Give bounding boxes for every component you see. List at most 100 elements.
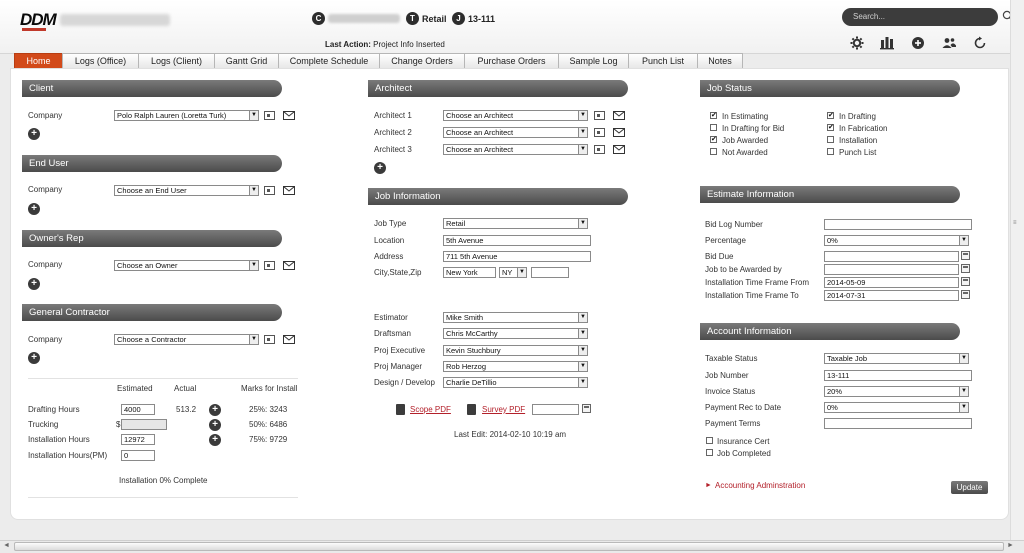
tab-punch-list[interactable]: Punch List xyxy=(628,53,698,68)
users-icon[interactable] xyxy=(941,36,957,50)
installation-hours-input[interactable]: 12972 xyxy=(121,434,155,445)
contact-card-icon[interactable] xyxy=(264,111,275,120)
trucking-input[interactable] xyxy=(121,419,167,430)
add-end-user-button[interactable]: + xyxy=(28,203,40,215)
mail-icon[interactable] xyxy=(283,186,295,195)
punch-list-checkbox[interactable] xyxy=(827,148,834,155)
in-fabrication-checkbox[interactable]: ✔ xyxy=(827,124,834,131)
calendar-icon[interactable] xyxy=(961,277,970,286)
search-input[interactable]: Search... xyxy=(842,8,998,26)
scroll-right-icon[interactable]: ► xyxy=(1007,542,1014,549)
pdf-file-icon[interactable] xyxy=(396,404,405,415)
calendar-icon[interactable] xyxy=(961,251,970,260)
bid-due-input[interactable] xyxy=(824,251,959,262)
proj-executive-select[interactable]: Kevin Stuchbury ▼ xyxy=(443,345,588,356)
tab-purchase-orders[interactable]: Purchase Orders xyxy=(464,53,559,68)
add-drafting-button[interactable]: + xyxy=(209,404,221,416)
tab-home[interactable]: Home xyxy=(14,53,63,68)
location-input[interactable]: 5th Avenue xyxy=(443,235,591,246)
update-button[interactable]: Update xyxy=(951,481,988,494)
taxable-status-select[interactable]: Taxable Job ▼ xyxy=(824,353,969,364)
calendar-icon[interactable] xyxy=(582,404,591,413)
payment-terms-input[interactable] xyxy=(824,418,972,429)
tab-gantt-grid[interactable]: Gantt Grid xyxy=(214,53,279,68)
in-estimating-checkbox[interactable]: ✔ xyxy=(710,112,717,119)
architect-2-select[interactable]: Choose an Architect ▼ xyxy=(443,127,588,138)
percentage-select[interactable]: 0% ▼ xyxy=(824,235,969,246)
job-awarded-checkbox[interactable]: ✔ xyxy=(710,136,717,143)
job-completed-checkbox[interactable] xyxy=(706,449,713,456)
survey-date-input[interactable] xyxy=(532,404,579,415)
contact-card-icon[interactable] xyxy=(264,335,275,344)
end-user-company-select[interactable]: Choose an End User ▼ xyxy=(114,185,259,196)
scope-pdf-link[interactable]: Scope PDF xyxy=(410,405,451,414)
bar-chart-icon[interactable] xyxy=(879,36,895,50)
zip-input[interactable] xyxy=(531,267,569,278)
add-trucking-button[interactable]: + xyxy=(209,419,221,431)
in-drafting-checkbox[interactable]: ✔ xyxy=(827,112,834,119)
mail-icon[interactable] xyxy=(613,111,625,120)
job-awarded-by-input[interactable] xyxy=(824,264,959,275)
installation-pm-input[interactable]: 0 xyxy=(121,450,155,461)
app-logo[interactable]: DDM xyxy=(20,10,57,30)
tab-notes[interactable]: Notes xyxy=(697,53,743,68)
add-owners-rep-button[interactable]: + xyxy=(28,278,40,290)
add-contractor-button[interactable]: + xyxy=(28,352,40,364)
calendar-icon[interactable] xyxy=(961,264,970,273)
contact-card-icon[interactable] xyxy=(594,145,605,154)
estimator-select[interactable]: Mike Smith ▼ xyxy=(443,312,588,323)
gear-icon[interactable] xyxy=(849,36,865,50)
tab-complete-schedule[interactable]: Complete Schedule xyxy=(278,53,380,68)
drafting-hours-input[interactable]: 4000 xyxy=(121,404,155,415)
proj-manager-select[interactable]: Rob Herzog ▼ xyxy=(443,361,588,372)
refresh-icon[interactable] xyxy=(972,36,988,50)
time-frame-from-label: Installation Time Frame From xyxy=(705,278,810,287)
mail-icon[interactable] xyxy=(283,335,295,344)
tab-logs-client[interactable]: Logs (Client) xyxy=(138,53,215,68)
not-awarded-checkbox[interactable] xyxy=(710,148,717,155)
installation-checkbox[interactable] xyxy=(827,136,834,143)
tab-change-orders[interactable]: Change Orders xyxy=(379,53,465,68)
add-architect-button[interactable]: + xyxy=(374,162,386,174)
mail-icon[interactable] xyxy=(613,145,625,154)
client-company-select[interactable]: Polo Ralph Lauren (Loretta Turk) ▼ xyxy=(114,110,259,121)
contractor-company-select[interactable]: Choose a Contractor ▼ xyxy=(114,334,259,345)
survey-pdf-link[interactable]: Survey PDF xyxy=(482,405,525,414)
in-drafting-for-bid-checkbox[interactable] xyxy=(710,124,717,131)
insurance-cert-checkbox[interactable] xyxy=(706,437,713,444)
tab-sample-log[interactable]: Sample Log xyxy=(558,53,629,68)
bid-log-number-input[interactable] xyxy=(824,219,972,230)
invoice-status-select[interactable]: 20% ▼ xyxy=(824,386,969,397)
mail-icon[interactable] xyxy=(283,111,295,120)
time-frame-to-input[interactable]: 2014-07-31 xyxy=(824,290,959,301)
address-input[interactable]: 711 5th Avenue xyxy=(443,251,591,262)
add-circle-icon[interactable] xyxy=(910,36,926,50)
owners-rep-company-select[interactable]: Choose an Owner ▼ xyxy=(114,260,259,271)
contact-card-icon[interactable] xyxy=(264,186,275,195)
tab-logs-office[interactable]: Logs (Office) xyxy=(62,53,139,68)
mail-icon[interactable] xyxy=(283,261,295,270)
horizontal-scroll-thumb[interactable] xyxy=(14,542,1004,551)
add-installation-button[interactable]: + xyxy=(209,434,221,446)
job-type-select[interactable]: Retail ▼ xyxy=(443,218,588,229)
scroll-left-icon[interactable]: ◄ xyxy=(3,542,10,549)
payment-rec-select[interactable]: 0% ▼ xyxy=(824,402,969,413)
vertical-scrollbar[interactable] xyxy=(1010,0,1024,540)
accounting-admin-link[interactable]: Accounting Adminstration xyxy=(715,481,805,490)
pdf-file-icon[interactable] xyxy=(467,404,476,415)
architect-1-select[interactable]: Choose an Architect ▼ xyxy=(443,110,588,121)
contact-card-icon[interactable] xyxy=(594,128,605,137)
architect-3-select[interactable]: Choose an Architect ▼ xyxy=(443,144,588,155)
draftsman-select[interactable]: Chris McCarthy ▼ xyxy=(443,328,588,339)
add-client-button[interactable]: + xyxy=(28,128,40,140)
time-frame-from-input[interactable]: 2014-05-09 xyxy=(824,277,959,288)
mail-icon[interactable] xyxy=(613,128,625,137)
in-estimating-label: In Estimating xyxy=(722,112,769,121)
calendar-icon[interactable] xyxy=(961,290,970,299)
city-input[interactable]: New York xyxy=(443,267,496,278)
contact-card-icon[interactable] xyxy=(264,261,275,270)
design-develop-select[interactable]: Charlie DeTillio ▼ xyxy=(443,377,588,388)
job-number-input[interactable]: 13-111 xyxy=(824,370,972,381)
contact-card-icon[interactable] xyxy=(594,111,605,120)
state-select[interactable]: NY ▼ xyxy=(499,267,527,278)
